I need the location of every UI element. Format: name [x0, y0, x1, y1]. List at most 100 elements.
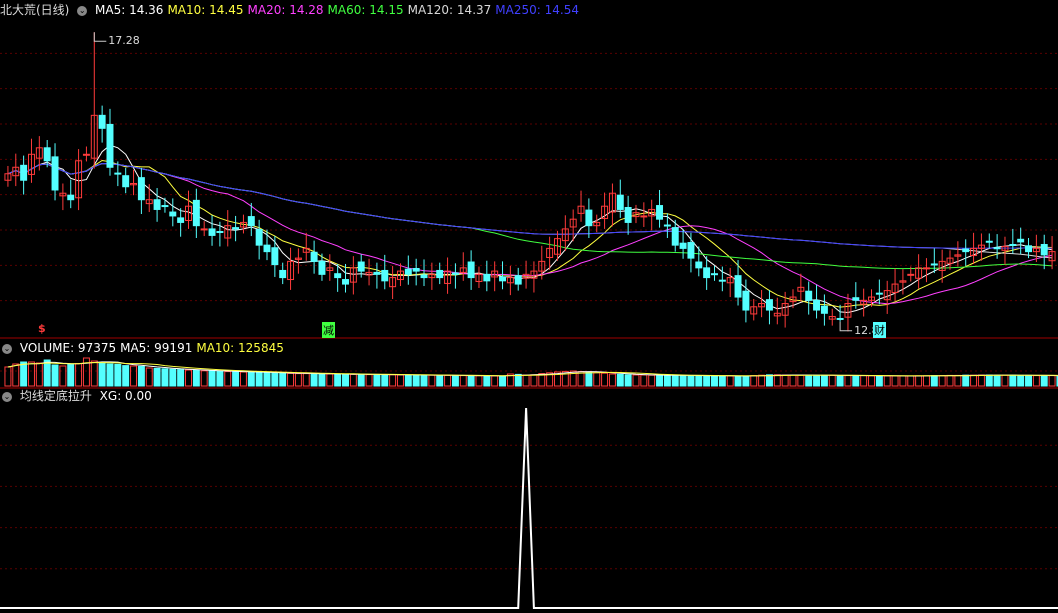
volume-bar [208, 370, 216, 387]
volume-bar [883, 375, 891, 387]
candle-body [718, 279, 726, 282]
volume-bar [765, 374, 773, 387]
candle-body [106, 123, 114, 168]
volume-bar [200, 370, 208, 387]
candle-body [734, 275, 742, 298]
event-marker-finance[interactable]: 财 [873, 322, 886, 338]
candle-body [381, 269, 389, 282]
indicator-legend: XG: 0.00 [100, 389, 156, 403]
volume-bar [326, 373, 334, 387]
volume-bar [687, 375, 695, 387]
volume-bar [459, 375, 467, 387]
candle-body [1040, 243, 1048, 256]
candle-body [404, 268, 412, 275]
volume-bar [51, 364, 59, 387]
volume-bar [773, 374, 781, 387]
ma-legend-item-0: MA5: 14.36 [95, 3, 164, 17]
volume-bar [891, 375, 899, 387]
volume-bar [192, 369, 200, 387]
event-marker-reduce[interactable]: 减 [322, 322, 335, 338]
volume-bar [640, 374, 648, 387]
volume-bar [1025, 374, 1033, 387]
volume-bar [993, 374, 1001, 387]
volume-bar [287, 372, 295, 387]
candle-body [616, 194, 624, 210]
candle-body [436, 269, 444, 279]
volume-bar [671, 374, 679, 387]
volume-bar [436, 374, 444, 387]
volume-bar [67, 363, 75, 387]
chevron-down-icon[interactable]: ⌄ [77, 5, 88, 16]
candle-body [962, 248, 970, 253]
candle-body [122, 175, 130, 188]
candle-body [334, 273, 342, 279]
candle-body [852, 297, 860, 301]
ma60-line [7, 162, 1053, 270]
candle-body [255, 229, 263, 246]
candle-body [663, 224, 671, 227]
volume-legend-item-2: MA10: 125845 [196, 341, 284, 355]
volume-bar [977, 374, 985, 387]
candle-body [993, 247, 1001, 250]
volume-bar [601, 372, 609, 387]
volume-bar [396, 374, 404, 387]
volume-bar [114, 363, 122, 387]
volume-bar [954, 374, 962, 387]
volume-bar [836, 375, 844, 387]
volume-bar [216, 370, 224, 387]
volume-bar [970, 374, 978, 387]
volume-panel-header: ⌄ VOLUME: 97375 MA5: 99191 MA10: 125845 [0, 340, 292, 356]
candle-body [279, 269, 287, 279]
high-price-label: 17.28 [108, 34, 140, 48]
volume-bar [648, 374, 656, 387]
volume-bar [758, 374, 766, 387]
candle-body [98, 114, 106, 129]
candle-body [499, 276, 507, 282]
candle-body [813, 299, 821, 311]
volume-bar [381, 374, 389, 387]
candle-body [153, 199, 161, 210]
volume-bar [616, 373, 624, 387]
volume-bar [475, 375, 483, 387]
volume-bar [742, 375, 750, 387]
volume-bar [412, 374, 420, 387]
candle-body [420, 274, 428, 279]
volume-bar [404, 374, 412, 387]
candle-body [640, 215, 648, 218]
candle-body [1025, 245, 1033, 253]
volume-bar [483, 375, 491, 387]
volume-bar [349, 373, 357, 387]
ma-legend: MA5: 14.36 MA10: 14.45 MA20: 14.28 MA60: 14… [95, 3, 583, 17]
volume-bar [1032, 375, 1040, 387]
chevron-down-icon[interactable]: ⌄ [2, 391, 12, 402]
volume-bar [255, 371, 263, 387]
volume-bar [420, 374, 428, 387]
candle-body [310, 251, 318, 262]
candle-body [711, 273, 718, 276]
chevron-down-icon[interactable]: ⌄ [2, 343, 12, 354]
volume-bar [679, 375, 687, 387]
candle-body [820, 305, 828, 314]
event-marker-dividend[interactable]: $ [38, 322, 46, 335]
volume-bar [1017, 374, 1025, 387]
volume-legend-item-0: VOLUME: 97375 [19, 341, 117, 355]
candle-body [247, 216, 255, 227]
volume-bar [106, 363, 114, 387]
stock-chart[interactable] [0, 0, 1058, 613]
candle-body [483, 273, 491, 282]
volume-bar [632, 374, 640, 387]
candle-body [412, 268, 420, 272]
volume-bar [318, 373, 326, 387]
volume-bar [75, 363, 83, 387]
volume-bar [342, 373, 349, 387]
volume-bar [922, 375, 930, 387]
volume-bar [915, 375, 923, 387]
volume-bar [224, 371, 232, 387]
volume-bar [828, 374, 836, 387]
volume-bar [27, 361, 35, 387]
volume-bar [718, 375, 726, 387]
volume-bar [185, 369, 192, 387]
volume-bar [122, 365, 130, 387]
volume-bar [302, 373, 310, 387]
volume-bar [985, 374, 993, 387]
